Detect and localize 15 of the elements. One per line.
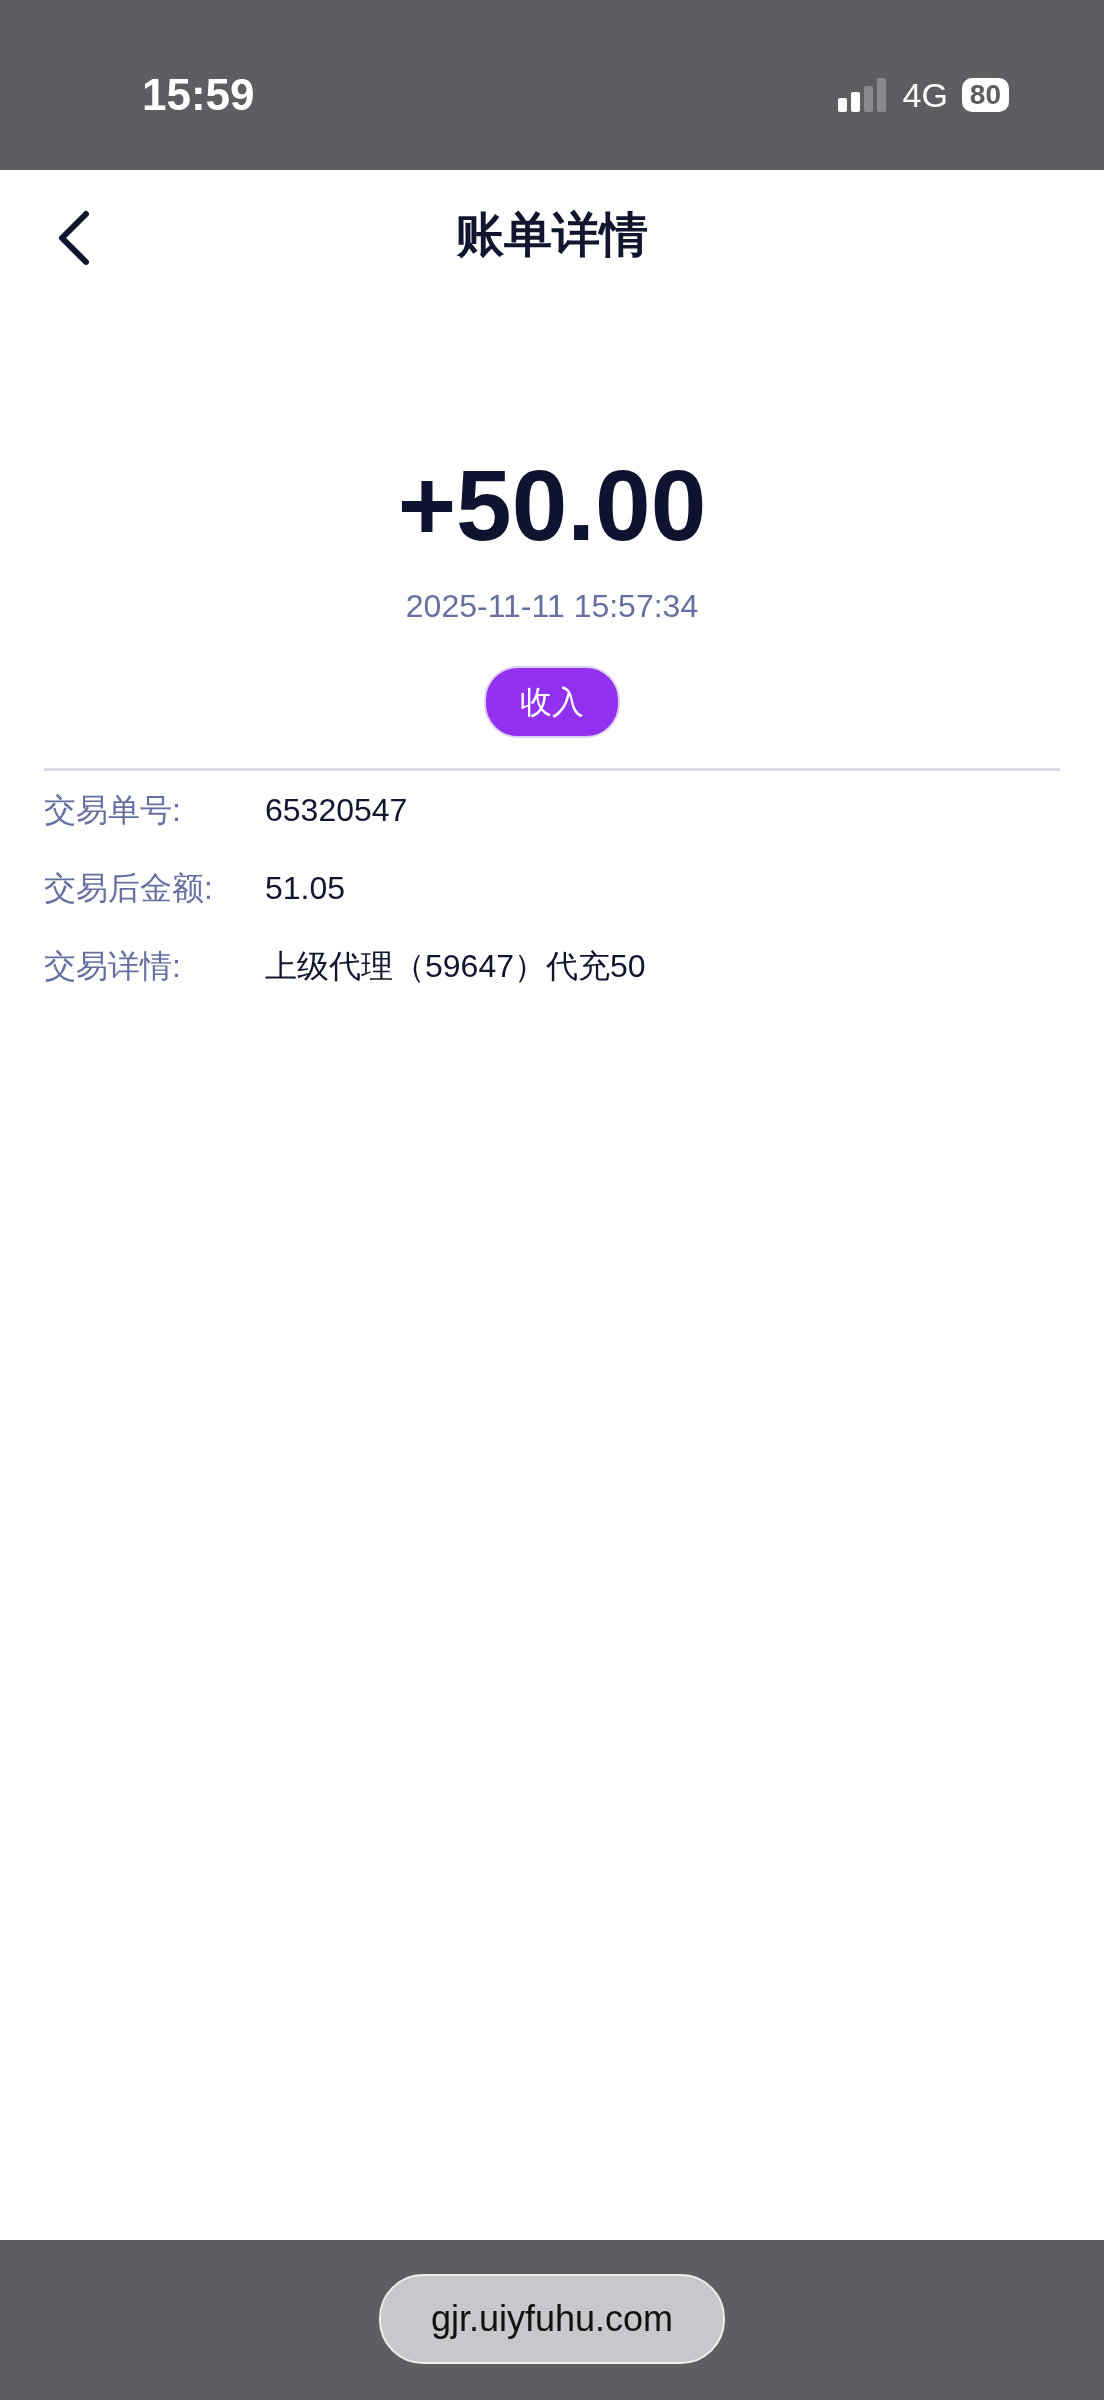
income-tag: 收入: [484, 666, 620, 738]
detail-value: 51.05: [265, 869, 346, 908]
battery-indicator: 80: [961, 78, 1009, 112]
detail-value: 65320547: [265, 791, 408, 830]
page-title: 账单详情: [456, 207, 648, 263]
status-time: 15:59: [142, 69, 255, 121]
network-label: 4G: [902, 74, 948, 116]
amount: +50.00: [397, 450, 707, 560]
detail-label: 交易详情:: [44, 947, 182, 986]
signal-icon: [838, 78, 889, 112]
detail-label: 交易单号:: [44, 791, 182, 830]
url-bar[interactable]: gjr.uiyfuhu.com: [378, 2274, 726, 2364]
transaction-time: 2025-11-11 15:57:34: [405, 587, 699, 626]
detail-value: 上级代理（59647）代充50: [265, 947, 646, 986]
detail-label: 交易后金额:: [44, 869, 214, 908]
